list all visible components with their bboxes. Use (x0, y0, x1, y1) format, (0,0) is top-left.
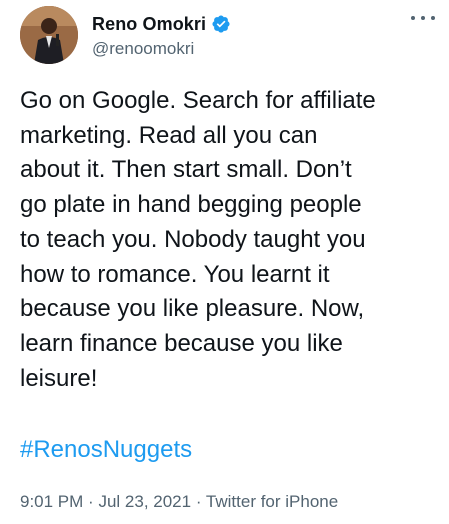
tweet-time[interactable]: 9:01 PM (20, 492, 83, 511)
author-handle[interactable]: @renoomokri (92, 39, 194, 59)
ellipsis-dot (411, 16, 415, 20)
author-name-row: Reno Omokri (92, 13, 231, 35)
ellipsis-dot (421, 16, 425, 20)
ellipsis-icon[interactable] (411, 10, 435, 26)
meta-separator: · (195, 492, 202, 511)
tweet-metadata: 9:01 PM · Jul 23, 2021 · Twitter for iPh… (20, 492, 338, 512)
tweet-card[interactable]: Reno Omokri @renoomokri Go on Google. Se… (0, 0, 449, 524)
meta-separator: · (88, 492, 94, 511)
tweet-date[interactable]: Jul 23, 2021 (98, 492, 191, 511)
tweet-text: Go on Google. Search for affiliate marke… (20, 87, 376, 392)
verified-badge-icon (211, 14, 231, 34)
hashtag-link[interactable]: #RenosNuggets (20, 436, 192, 464)
avatar[interactable] (20, 6, 78, 64)
ellipsis-dot (431, 16, 435, 20)
tweet-source[interactable]: Twitter for iPhone (206, 492, 338, 511)
author-display-name[interactable]: Reno Omokri (92, 14, 206, 35)
